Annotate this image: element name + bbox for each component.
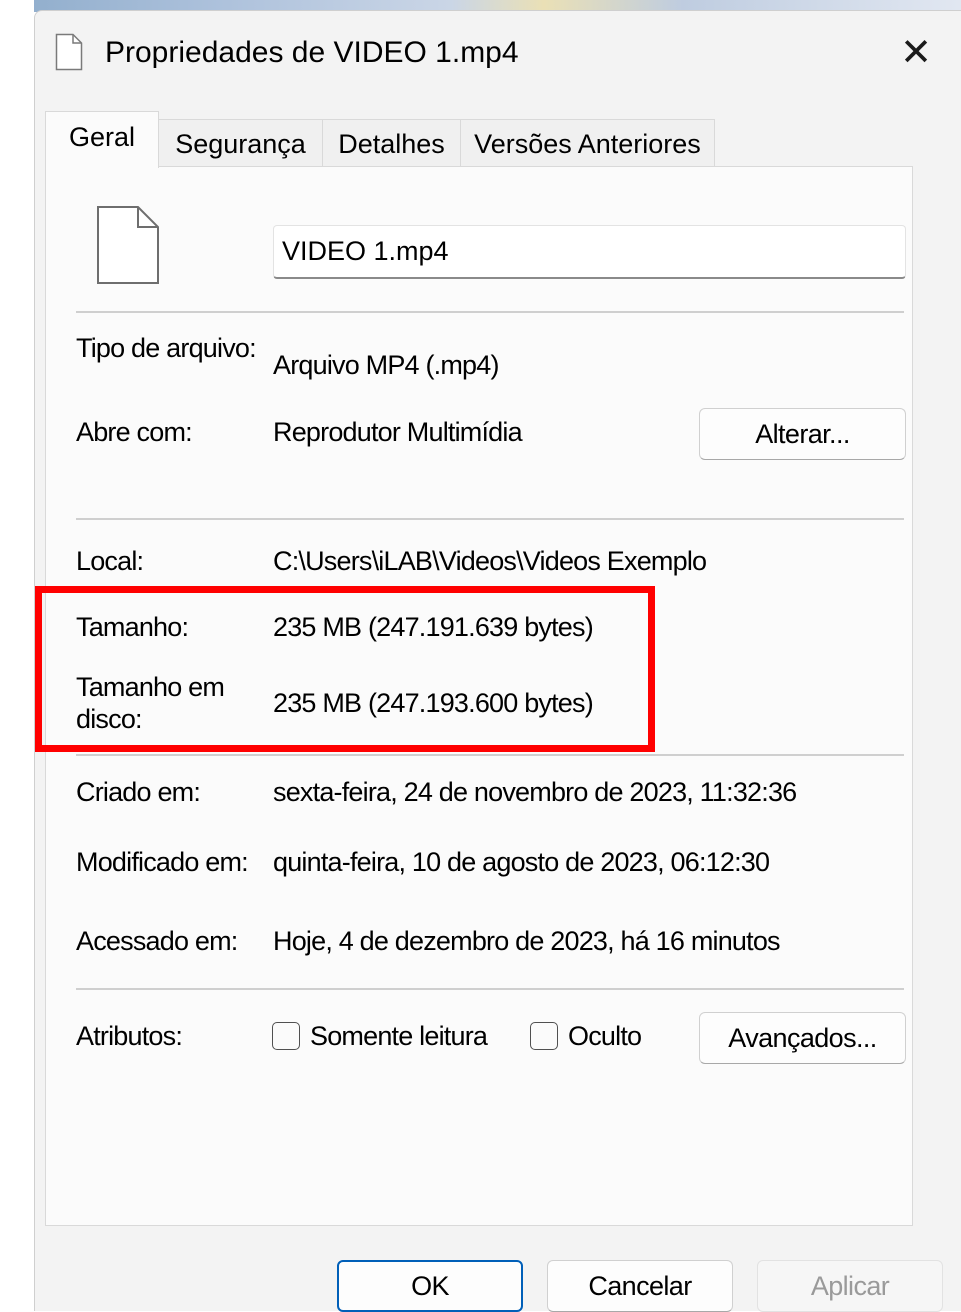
readonly-checkbox[interactable] bbox=[272, 1022, 300, 1050]
separator bbox=[76, 311, 904, 313]
document-icon bbox=[97, 206, 159, 284]
tab-seguranca[interactable]: Segurança bbox=[158, 119, 323, 167]
ok-button[interactable]: OK bbox=[337, 1260, 523, 1312]
hidden-checkbox-label[interactable]: Oculto bbox=[568, 1020, 642, 1052]
highlight-box bbox=[35, 586, 655, 752]
tab-strip: Geral Segurança Detalhes Versões Anterio… bbox=[45, 111, 915, 168]
close-icon: ✕ bbox=[900, 32, 932, 74]
modified-label: Modificado em: bbox=[76, 847, 249, 877]
change-button[interactable]: Alterar... bbox=[699, 408, 906, 460]
title-bar: Propriedades de VIDEO 1.mp4 ✕ bbox=[35, 11, 961, 95]
separator bbox=[76, 988, 904, 990]
tab-versoes-anteriores[interactable]: Versões Anteriores bbox=[460, 119, 715, 167]
readonly-checkbox-label[interactable]: Somente leitura bbox=[310, 1020, 488, 1052]
separator bbox=[76, 754, 904, 756]
cancel-button[interactable]: Cancelar bbox=[547, 1260, 733, 1312]
tab-geral[interactable]: Geral bbox=[45, 111, 159, 168]
accessed-value: Hoje, 4 de dezembro de 2023, há 16 minut… bbox=[273, 926, 781, 956]
file-type-label: Tipo de arquivo: bbox=[76, 333, 257, 363]
properties-dialog: Propriedades de VIDEO 1.mp4 ✕ Geral Segu… bbox=[34, 10, 961, 1312]
tab-detalhes[interactable]: Detalhes bbox=[322, 119, 461, 167]
opens-with-value: Reprodutor Multimídia bbox=[273, 417, 523, 447]
close-button[interactable]: ✕ bbox=[883, 25, 949, 81]
file-type-value: Arquivo MP4 (.mp4) bbox=[273, 350, 499, 380]
hidden-checkbox[interactable] bbox=[530, 1022, 558, 1050]
created-value: sexta-feira, 24 de novembro de 2023, 11:… bbox=[273, 777, 797, 807]
document-icon bbox=[55, 33, 83, 71]
modified-value: quinta-feira, 10 de agosto de 2023, 06:1… bbox=[273, 847, 770, 877]
location-value: C:\Users\iLAB\Videos\Videos Exemplo bbox=[273, 546, 707, 576]
file-name-input[interactable] bbox=[273, 225, 906, 279]
apply-button[interactable]: Aplicar bbox=[757, 1260, 943, 1312]
created-label: Criado em: bbox=[76, 777, 201, 807]
window-title: Propriedades de VIDEO 1.mp4 bbox=[105, 36, 519, 69]
attributes-label: Atributos: bbox=[76, 1021, 183, 1051]
advanced-button[interactable]: Avançados... bbox=[699, 1012, 906, 1064]
separator bbox=[76, 518, 904, 520]
opens-with-label: Abre com: bbox=[76, 417, 193, 447]
location-label: Local: bbox=[76, 546, 144, 576]
accessed-label: Acessado em: bbox=[76, 926, 238, 956]
